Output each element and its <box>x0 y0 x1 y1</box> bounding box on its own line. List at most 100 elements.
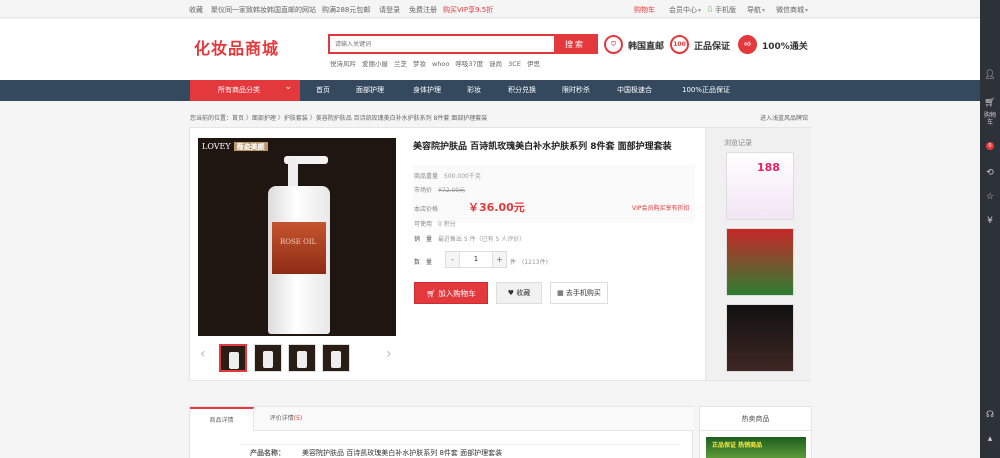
search-input[interactable] <box>330 36 556 52</box>
user-icon[interactable]: 👤︎ <box>984 70 996 80</box>
brand-watermark: LOVEY 薇姿美颜 <box>202 142 268 152</box>
history-item[interactable] <box>726 228 794 296</box>
review-count: (5) <box>293 415 303 422</box>
header: 化妆品商城 搜索 悦诗风吟爱丽小屋兰芝梦妆whoo呼吸37度谜尚3CE伊思 ⛉ … <box>0 19 980 80</box>
points-row: 可使用 0 积分 <box>414 219 456 228</box>
mobile-link[interactable]: 手机版 <box>715 5 736 15</box>
qty-minus-button[interactable]: - <box>446 252 460 267</box>
register-link[interactable]: 免费注册 <box>409 5 437 15</box>
hot-banner-text: 正品保证 热销商品 <box>712 442 763 449</box>
favorite-label: 收藏 <box>516 289 531 297</box>
nav-item[interactable]: 100%正品保证 <box>682 80 730 101</box>
hotword-link[interactable]: 梦妆 <box>413 60 426 68</box>
badge-label: 正品保证 <box>694 42 731 52</box>
product-thumbnail[interactable] <box>322 344 350 372</box>
qty-label: 数 量 <box>414 259 433 266</box>
shield-icon: ⛉ <box>604 35 623 54</box>
stock-info: 件 (1213件) <box>510 257 548 266</box>
history-item[interactable]: 188 <box>726 152 794 220</box>
hotword-link[interactable]: whoo <box>432 60 449 68</box>
right-toolbar: 👤︎ 🛒︎ 购物车 0 ⟲ ☆ ¥ ☊ ▴ <box>980 0 1000 458</box>
site-logo[interactable]: 化妆品商城 <box>194 35 279 59</box>
sales-label: 销 量 <box>414 236 433 243</box>
thumb-up-icon: 👍︎ <box>738 35 757 54</box>
hotword-link[interactable]: 兰芝 <box>394 60 407 68</box>
cart-count-badge: 0 <box>986 142 994 150</box>
qty-plus-button[interactable]: + <box>492 252 506 267</box>
spec-label: 产品名称： <box>250 449 285 457</box>
favorite-link[interactable]: 收藏 <box>189 5 203 15</box>
history-item[interactable] <box>726 304 794 372</box>
nav-item[interactable]: 首页 <box>316 80 330 101</box>
tab-product-detail[interactable]: 商品详情 <box>190 407 254 431</box>
detail-tabs: 商品详情 评价详情(5) <box>190 407 694 431</box>
cart-icon: 🛒︎ <box>426 289 439 298</box>
member-center-menu[interactable]: 会员中心 <box>669 5 701 15</box>
bottle: ROSE OIL <box>268 186 330 334</box>
star-icon[interactable]: ☆ <box>984 192 996 202</box>
cart-link[interactable]: 购物车 <box>634 5 655 15</box>
nav-item[interactable]: 身体护理 <box>413 80 441 101</box>
thumb-next-icon[interactable]: › <box>386 346 392 362</box>
yen-icon[interactable]: ¥ <box>984 216 996 226</box>
breadcrumb[interactable]: 您当前的位置：首页 〉面部护理 〉护肤套装 〉美容院护肤品 百诗凯玫瑰美白补水护… <box>190 113 487 122</box>
search-box: 搜索 <box>328 34 598 54</box>
top-bar: 收藏 聚仪同一家致韩妆韩国直邮的网站 购满288元包邮 请登录 免费注册 购买V… <box>0 0 980 18</box>
hot-products: 热卖商品 正品保证 热销商品 <box>699 406 812 458</box>
mobile-buy-button[interactable]: ▦ 去手机购买 <box>550 282 608 304</box>
weight-value: 500.000千克 <box>444 173 481 180</box>
hotword-link[interactable]: 呼吸37度 <box>455 60 483 68</box>
login-link[interactable]: 请登录 <box>379 5 400 15</box>
hotword-link[interactable]: 悦诗风吟 <box>330 60 356 68</box>
store-price-label: 本店价格 <box>414 206 439 213</box>
product-thumbnail[interactable] <box>288 344 316 372</box>
mobile-buy-label: 去手机购买 <box>565 289 601 297</box>
brand-store-link[interactable]: 进入浅蓝风品牌馆 <box>760 113 808 122</box>
qty-unit: 件 <box>510 259 517 266</box>
brand-watermark-cn: 薇姿美颜 <box>233 142 268 151</box>
product-detail-section: 商品详情 评价详情(5) 产品名称： 美容院护肤品 百诗凯玫瑰美白补水护肤系列 … <box>189 406 694 458</box>
nav-item[interactable]: 积分兑换 <box>508 80 536 101</box>
history-icon[interactable]: ⟲ <box>984 168 996 178</box>
qr-code-icon: ▦ <box>557 289 566 297</box>
product-main-image[interactable]: LOVEY 薇姿美颜 ROSE OIL <box>198 138 396 336</box>
hotword-link[interactable]: 伊思 <box>527 60 540 68</box>
bottle-label: ROSE OIL <box>272 222 326 274</box>
search-button[interactable]: 搜索 <box>554 36 596 52</box>
sales-value: 最近售出 5 件（已有 5 人评价） <box>438 236 526 243</box>
nav-item[interactable]: 彩妆 <box>467 80 481 101</box>
tab-reviews-label: 评价详情 <box>269 415 294 422</box>
badge-label: 100%通关 <box>762 42 808 52</box>
thumb-prev-icon[interactable]: ‹ <box>200 346 206 362</box>
weight-row: 商品重量 500.000千克 <box>414 171 481 180</box>
hot-product-banner[interactable]: 正品保证 热销商品 <box>706 437 806 458</box>
nav-item[interactable]: 限时秒杀 <box>562 80 590 101</box>
headset-icon[interactable]: ☊ <box>984 410 996 420</box>
qty-input[interactable]: 1 <box>460 252 492 267</box>
hotword-link[interactable]: 3CE <box>508 60 521 68</box>
nav-item[interactable]: 面部护理 <box>356 80 384 101</box>
sidebar-cart-label[interactable]: 购物车 <box>983 112 997 126</box>
nav-item[interactable]: 中国极速合 <box>617 80 652 101</box>
vip-promo-link[interactable]: 购买VIP享9.5折 <box>443 5 493 15</box>
add-to-cart-button[interactable]: 🛒︎ 加入购物车 <box>414 282 488 304</box>
store-price: ￥36.00元 <box>468 201 525 214</box>
product-thumbnail[interactable] <box>254 344 282 372</box>
slogan: 聚仪同一家致韩妆韩国直邮的网站 <box>211 6 316 14</box>
weight-label: 商品重量 <box>414 173 439 180</box>
navigation-menu[interactable]: 导航 <box>747 5 765 15</box>
product-thumbnail[interactable] <box>219 344 247 372</box>
product-panel: LOVEY 薇姿美颜 ROSE OIL ‹ › 美容院护肤品 百诗凯玫瑰美白补水护… <box>189 127 811 381</box>
free-shipping-note: 购满288元包邮 <box>322 6 371 14</box>
market-price-value: ¥72.00元 <box>438 187 466 194</box>
cart-icon[interactable]: 🛒︎ <box>984 98 996 108</box>
hotword-link[interactable]: 爱丽小屋 <box>362 60 388 68</box>
points-label: 可使用 <box>414 221 433 228</box>
browse-history-title: 浏览记录 <box>724 139 752 147</box>
all-categories-menu[interactable]: 所有商品分类 <box>190 77 300 101</box>
hotword-link[interactable]: 谜尚 <box>489 60 502 68</box>
tab-reviews[interactable]: 评价详情(5) <box>254 407 318 431</box>
favorite-button[interactable]: ♥ 收藏 <box>496 282 542 304</box>
back-to-top-icon[interactable]: ▴ <box>984 434 996 444</box>
wechat-menu[interactable]: 微信商城 <box>776 5 808 15</box>
